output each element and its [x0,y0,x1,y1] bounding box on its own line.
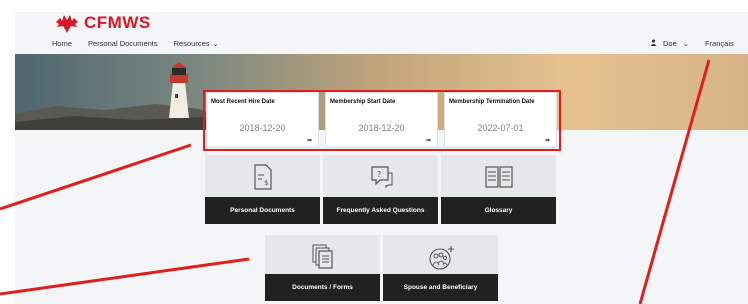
top-strip [0,0,748,12]
user-name: Doe [663,39,677,48]
logo[interactable]: CFMWS [52,12,151,34]
nav-resources[interactable]: Resources ⌄ [174,39,219,48]
tile-glossary[interactable]: Glossary [441,155,556,224]
tile-label: Personal Documents [205,197,320,224]
arrow-right-icon[interactable]: ➡ [307,137,312,144]
nav-home[interactable]: Home [52,39,72,48]
open-book-icon [441,161,556,193]
svg-text:$: $ [264,179,268,187]
family-add-icon [383,241,498,273]
nav-resources-label: Resources [173,39,210,48]
tile-label: Glossary [441,197,556,224]
tile-label: Spouse and Beneficiary [383,274,498,301]
documents-stack-icon [265,241,380,273]
header: CFMWS Home Personal Documents Resources ⌄… [15,12,748,54]
card-most-recent-hire-date[interactable]: Most Recent Hire Date 2018-12-20 ➡ [206,92,319,148]
chevron-down-icon: ⌄ [212,41,219,48]
tile-label: Frequently Asked Questions [323,197,438,224]
main-nav: Home Personal Documents Resources ⌄ [52,39,218,48]
card-value: 2018-12-20 [239,123,286,133]
card-value: 2018-12-20 [358,123,405,133]
nav-personal-documents[interactable]: Personal Documents [88,39,158,48]
maple-leaf-icon [56,15,78,33]
user-menu[interactable]: Doe ⌄ [650,39,689,48]
arrow-right-icon[interactable]: ➡ [426,137,431,144]
brand-name: CFMWS [84,13,151,32]
tile-spouse-beneficiary[interactable]: Spouse and Beneficiary [383,235,498,301]
chevron-down-icon: ⌄ [682,39,690,48]
question-chat-icon: ? [323,161,438,193]
card-membership-start-date[interactable]: Membership Start Date 2018-12-20 ➡ [325,92,438,148]
person-icon [650,39,657,48]
card-value: 2022-07-01 [477,123,524,133]
tile-documents-forms[interactable]: Documents / Forms [265,235,380,301]
card-membership-termination-date[interactable]: Membership Termination Date 2022-07-01 ➡ [444,92,557,148]
page: CFMWS Home Personal Documents Resources ⌄… [15,12,748,304]
language-toggle[interactable]: Français [705,39,734,48]
card-title: Most Recent Hire Date [211,99,275,105]
arrow-right-icon[interactable]: ➡ [545,137,550,144]
tile-label: Documents / Forms [265,274,380,301]
svg-text:?: ? [377,170,381,179]
tile-faq[interactable]: ? Frequently Asked Questions [323,155,438,224]
tile-personal-documents[interactable]: $ Personal Documents [205,155,320,224]
card-title: Membership Termination Date [449,99,535,105]
card-title: Membership Start Date [330,99,396,105]
document-dollar-icon: $ [205,161,320,193]
